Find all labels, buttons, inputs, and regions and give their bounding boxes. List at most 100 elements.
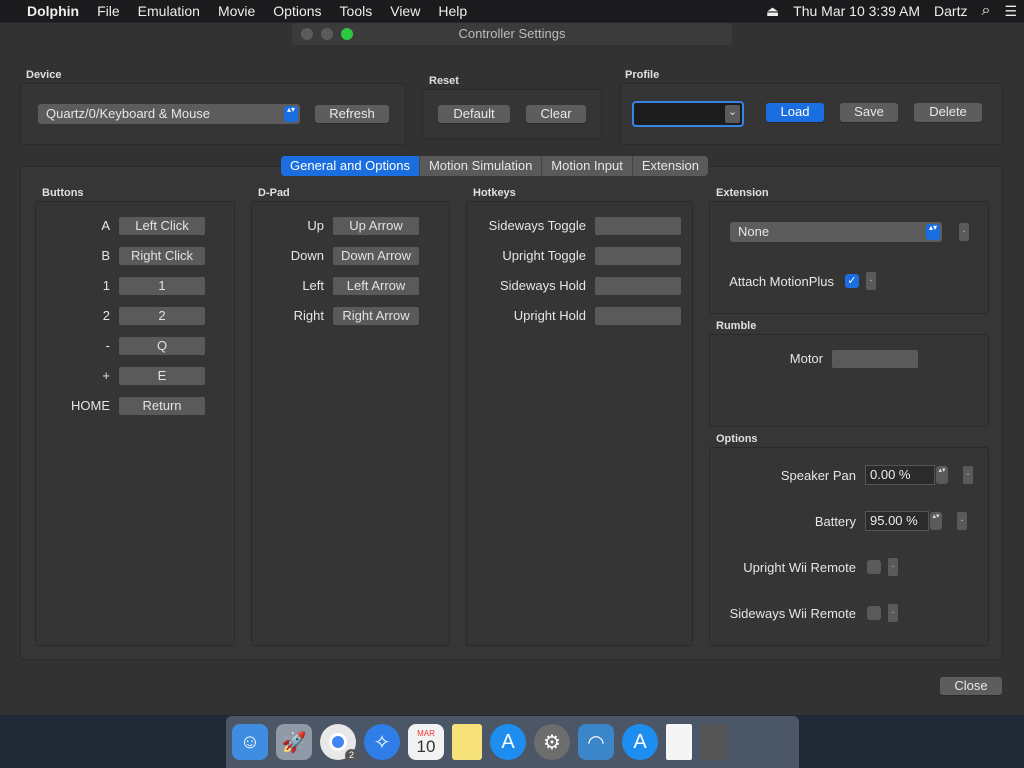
rumble-group [709,334,989,427]
system-preferences-icon[interactable]: ⚙ [534,724,570,760]
hotkey-label-upright-toggle: Upright Toggle [502,248,586,263]
attach-motionplus-checkbox[interactable]: ✓ [845,274,859,288]
hotkey-map-sideways-hold[interactable] [595,277,681,295]
delete-button[interactable]: Delete [914,103,982,122]
window-title: Controller Settings [458,26,566,41]
hotkey-label-sideways-toggle: Sideways Toggle [488,218,586,233]
button-label-plus: + [102,368,110,383]
hotkey-map-upright-toggle[interactable] [595,247,681,265]
notification-center-icon[interactable]: ☰ [997,3,1024,20]
finder-icon[interactable]: ☺ [232,724,268,760]
refresh-button[interactable]: Refresh [315,105,389,123]
app-store-icon[interactable]: A [490,724,526,760]
upright-wii-remote-label: Upright Wii Remote [743,560,856,575]
dpad-map-down[interactable]: Down Arrow [333,247,419,265]
menu-app-dolphin[interactable]: Dolphin [18,0,88,22]
calendar-icon[interactable]: MAR 10 [408,724,444,760]
button-map-plus[interactable]: E [119,367,205,385]
hotkeys-group-title: Hotkeys [473,187,516,199]
rumble-group-title: Rumble [716,320,757,332]
motionplus-more-button[interactable]: . [866,272,876,290]
buttons-group [35,201,235,646]
speaker-pan-more-button[interactable]: . [963,466,973,484]
speaker-pan-stepper-icon[interactable]: ▴▾ [936,466,948,484]
device-select[interactable]: Quartz/0/Keyboard & Mouse ▴▾ [38,104,300,124]
profile-group-title: Profile [625,69,660,81]
dpad-map-up[interactable]: Up Arrow [333,217,419,235]
profile-combo[interactable]: ⌄ [632,101,744,127]
device-group-title: Device [26,69,62,81]
close-window-icon[interactable] [301,28,313,40]
upright-more-button[interactable]: . [888,558,898,576]
minimize-window-icon[interactable] [321,28,333,40]
menubar-clock[interactable]: Thu Mar 10 3:39 AM [786,3,927,19]
button-map-2[interactable]: 2 [119,307,205,325]
battery-stepper-icon[interactable]: ▴▾ [930,512,942,530]
button-map-a[interactable]: Left Click [119,217,205,235]
battery-input[interactable]: 95.00 % [865,511,929,531]
button-map-home[interactable]: Return [119,397,205,415]
menu-tools[interactable]: Tools [331,0,382,22]
save-button[interactable]: Save [840,103,898,122]
upright-wii-remote-checkbox[interactable] [867,560,881,574]
chevron-down-icon[interactable]: ⌄ [725,105,740,123]
trash-icon[interactable] [700,724,728,760]
hotkey-map-sideways-toggle[interactable] [595,217,681,235]
battery-more-button[interactable]: . [957,512,967,530]
sideways-more-button[interactable]: . [888,604,898,622]
spotlight-search-icon[interactable]: ⌕ [974,2,997,20]
speaker-pan-label: Speaker Pan [780,468,856,483]
dpad-map-right[interactable]: Right Arrow [333,307,419,325]
menu-options[interactable]: Options [264,0,330,22]
button-label-1: 1 [102,278,110,293]
extension-select[interactable]: None ▴▾ [730,222,942,242]
load-button[interactable]: Load [766,103,824,122]
tab-extension[interactable]: Extension [633,156,708,176]
sideways-wii-remote-checkbox[interactable] [867,606,881,620]
hotkey-map-upright-hold[interactable] [595,307,681,325]
hotkey-label-upright-hold: Upright Hold [513,308,586,323]
motor-label: Motor [789,351,823,366]
extension-more-button[interactable]: . [959,223,969,241]
dpad-map-left[interactable]: Left Arrow [333,277,419,295]
hotkey-label-sideways-hold: Sideways Hold [500,278,586,293]
menu-view[interactable]: View [381,0,429,22]
safari-icon[interactable]: ✧ [364,724,400,760]
eject-icon[interactable]: ⏏ [759,3,786,20]
select-arrows-icon: ▴▾ [926,224,940,240]
window-titlebar: Controller Settings [292,23,732,45]
buttons-group-title: Buttons [42,187,84,199]
default-button[interactable]: Default [438,105,510,123]
clear-button[interactable]: Clear [526,105,586,123]
dpad-group [251,201,450,646]
button-label-a: A [101,218,110,233]
dolphin-app-icon[interactable]: ◠ [578,724,614,760]
launchpad-icon[interactable]: 🚀 [276,724,312,760]
document-icon[interactable] [666,724,692,760]
chrome-icon[interactable]: 2 [320,724,358,762]
button-label-b: B [101,248,110,263]
menu-help[interactable]: Help [429,0,476,22]
zoom-window-icon[interactable] [341,28,353,40]
menu-movie[interactable]: Movie [209,0,264,22]
motor-map[interactable] [832,350,918,368]
options-group-title: Options [716,433,758,445]
menubar-user[interactable]: Dartz [927,3,974,19]
tab-general-and-options[interactable]: General and Options [281,156,420,176]
menu-emulation[interactable]: Emulation [129,0,209,22]
tab-motion-input[interactable]: Motion Input [542,156,633,176]
speaker-pan-input[interactable]: 0.00 % [865,465,935,485]
close-button[interactable]: Close [940,677,1002,695]
tab-motion-simulation[interactable]: Motion Simulation [420,156,543,176]
button-map-b[interactable]: Right Click [119,247,205,265]
tab-bar: General and Options Motion Simulation Mo… [281,156,708,176]
menu-file[interactable]: File [88,0,129,22]
dpad-group-title: D-Pad [258,187,290,199]
notes-icon[interactable] [452,724,482,760]
applications-folder-icon[interactable]: A [622,724,658,760]
dpad-label-left: Left [302,278,324,293]
button-map-1[interactable]: 1 [119,277,205,295]
menu-bar: Dolphin File Emulation Movie Options Too… [0,0,1024,22]
dock: ☺ 🚀 2 ✧ MAR 10 A ⚙ ◠ A [226,716,799,768]
button-map-minus[interactable]: Q [119,337,205,355]
